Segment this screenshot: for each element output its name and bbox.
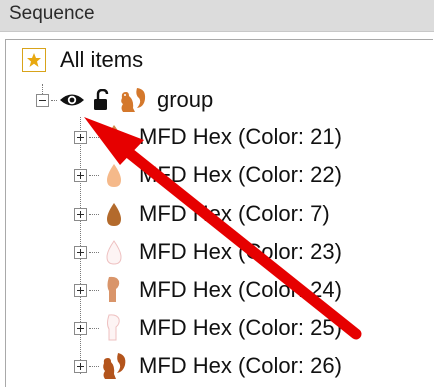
tree-connector-line xyxy=(89,365,99,367)
squirrel-icon xyxy=(101,351,127,381)
drop-outline-icon xyxy=(101,237,127,267)
eye-icon[interactable] xyxy=(59,92,85,108)
flame-icon xyxy=(101,122,127,152)
panel-header: Sequence xyxy=(0,0,434,32)
drop-icon xyxy=(101,199,127,229)
tree-item-label: MFD Hex (Color: 7) xyxy=(139,201,330,226)
boot-icon xyxy=(101,275,127,305)
expand-toggle[interactable] xyxy=(74,321,87,335)
expand-toggle[interactable] xyxy=(74,130,87,144)
unlock-icon[interactable] xyxy=(93,89,109,111)
expand-toggle[interactable] xyxy=(74,283,87,297)
tree-item-label: group xyxy=(157,87,214,112)
tree-connector-line xyxy=(89,213,99,215)
tree-item-label: MFD Hex (Color: 23) xyxy=(139,239,342,264)
tree-item-label: MFD Hex (Color: 24) xyxy=(139,277,342,302)
drop-icon xyxy=(101,160,127,190)
expand-toggle[interactable] xyxy=(74,207,87,221)
tree-item-mfd-hex[interactable]: MFD Hex (Color: 23) xyxy=(74,234,342,270)
tree-item-mfd-hex[interactable]: MFD Hex (Color: 24) xyxy=(74,272,342,308)
panel-title: Sequence xyxy=(9,3,95,24)
tree-item-group[interactable]: group xyxy=(36,82,213,118)
tree-item-mfd-hex[interactable]: MFD Hex (Color: 22) xyxy=(74,157,342,193)
star-icon xyxy=(22,48,46,72)
sequence-panel: Sequence All items group MFD Hex (Color:… xyxy=(0,0,434,387)
tree-item-all-items[interactable]: All items xyxy=(22,42,143,78)
tree-connector-line xyxy=(89,289,99,291)
tree-connector-line xyxy=(89,136,99,138)
boot-outline-icon xyxy=(101,313,127,343)
tree-connector-line xyxy=(89,174,99,176)
collapse-toggle[interactable] xyxy=(36,93,49,107)
tree-item-label: MFD Hex (Color: 22) xyxy=(139,162,342,187)
squirrel-icon xyxy=(117,86,147,114)
tree-connector-line xyxy=(89,251,99,253)
tree-item-label: All items xyxy=(60,47,144,72)
tree-item-mfd-hex[interactable]: MFD Hex (Color: 26) xyxy=(74,348,342,384)
tree-item-label: MFD Hex (Color: 25) xyxy=(139,315,342,340)
expand-toggle[interactable] xyxy=(74,245,87,259)
expand-toggle[interactable] xyxy=(74,168,87,182)
expand-toggle[interactable] xyxy=(74,359,87,373)
sequence-tree[interactable]: All items group MFD Hex (Color: 21) MFD … xyxy=(5,39,433,387)
tree-item-label: MFD Hex (Color: 21) xyxy=(139,124,342,149)
tree-item-mfd-hex[interactable]: MFD Hex (Color: 21) xyxy=(74,119,342,155)
tree-connector-line xyxy=(89,327,99,329)
tree-item-mfd-hex[interactable]: MFD Hex (Color: 7) xyxy=(74,196,330,232)
tree-item-label: MFD Hex (Color: 26) xyxy=(139,353,342,378)
tree-connector-line xyxy=(51,99,57,101)
tree-item-mfd-hex[interactable]: MFD Hex (Color: 25) xyxy=(74,310,342,346)
